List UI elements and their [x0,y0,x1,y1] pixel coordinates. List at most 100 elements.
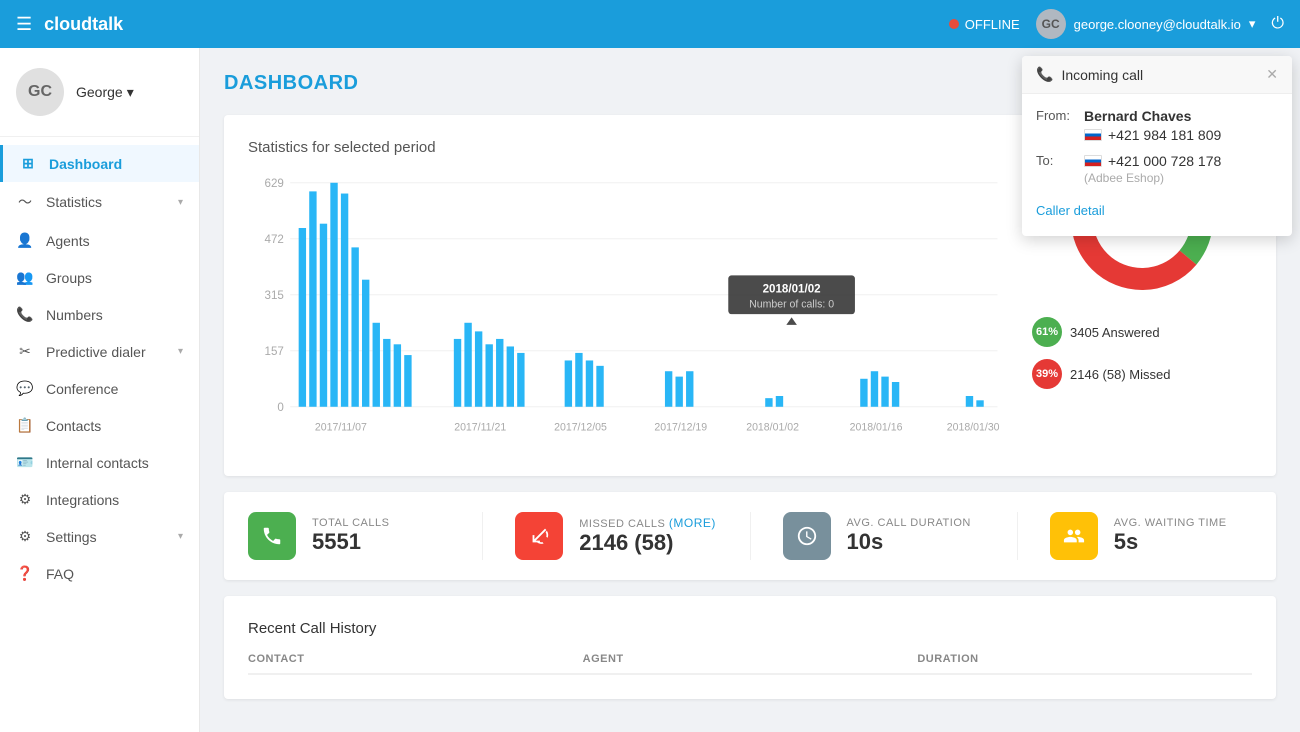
user-menu[interactable]: GC george.clooney@cloudtalk.io ▾ [1036,9,1256,39]
stat-total-value: 5551 [312,529,389,555]
stat-waiting-value: 5s [1114,529,1227,555]
svg-text:315: 315 [265,289,285,302]
popup-from-phone: +421 984 181 809 [1084,127,1221,143]
sidebar-label-faq: FAQ [46,566,183,582]
caller-detail-link[interactable]: Caller detail [1036,195,1278,222]
svg-text:2017/12/05: 2017/12/05 [554,421,607,433]
stat-total-calls: TOTAL CALLS 5551 [248,512,450,560]
col-duration: DURATION [917,653,1252,665]
sidebar-nav: ⊞ Dashboard 〜 Statistics ▾ 👤 Agents 👥 Gr… [0,137,199,600]
app-logo: cloudtalk [44,14,123,35]
table-header: CONTACT AGENT DURATION [248,653,1252,675]
sidebar-item-conference[interactable]: 💬 Conference [0,370,199,407]
internal-icon: 🪪 [16,454,34,471]
popup-from-phone-number: +421 984 181 809 [1108,127,1221,143]
recent-calls-title: Recent Call History [248,620,1252,637]
sidebar-avatar: GC [16,68,64,116]
stat-duration-label: AVG. CALL DURATION [847,517,971,529]
stat-duration-value: 10s [847,529,971,555]
stat-waiting-label: AVG. WAITING TIME [1114,517,1227,529]
popup-body: From: Bernard Chaves +421 984 181 809 To… [1022,94,1292,236]
sidebar: GC George ▾ ⊞ Dashboard 〜 Statistics ▾ 👤… [0,48,200,732]
missed-more-link[interactable]: (MORE) [669,516,716,530]
sidebar-item-numbers[interactable]: 📞 Numbers [0,296,199,333]
sidebar-item-contacts[interactable]: 📋 Contacts [0,407,199,444]
svg-text:629: 629 [265,177,284,190]
stat-divider-1 [482,512,483,560]
sidebar-item-internal-contacts[interactable]: 🪪 Internal contacts [0,444,199,481]
status-dot [949,19,959,29]
sidebar-label-settings: Settings [46,529,166,545]
chart-area: Statistics for selected period 629 472 3… [248,139,1008,452]
menu-icon[interactable]: ☰ [16,14,32,35]
stat-avg-duration: AVG. CALL DURATION 10s [783,512,985,560]
svg-text:472: 472 [265,233,284,246]
stats-row: TOTAL CALLS 5551 MISSED CALLS (MORE) 214… [224,492,1276,580]
chevron-down-icon-2: ▾ [178,346,183,357]
svg-text:Number of calls: 0: Number of calls: 0 [749,299,834,311]
sidebar-label-integrations: Integrations [46,492,183,508]
flag-sk-to [1084,155,1102,167]
popup-header: 📞 Incoming call ✕ [1022,56,1292,94]
sidebar-item-dashboard[interactable]: ⊞ Dashboard [0,145,199,182]
stat-missed-calls: MISSED CALLS (MORE) 2146 (58) [515,512,717,560]
sidebar-label-dashboard: Dashboard [49,156,183,172]
stat-divider-3 [1017,512,1018,560]
sidebar-label-conference: Conference [46,381,183,397]
svg-text:2018/01/16: 2018/01/16 [850,421,903,433]
svg-text:2017/11/07: 2017/11/07 [315,421,367,433]
col-agent: AGENT [583,653,918,665]
top-header: ☰ cloudtalk OFFLINE GC george.clooney@cl… [0,0,1300,48]
stat-avg-waiting: AVG. WAITING TIME 5s [1050,512,1252,560]
stat-total-label: TOTAL CALLS [312,517,389,529]
popup-from-row: From: Bernard Chaves +421 984 181 809 [1036,108,1278,143]
col-contact: CONTACT [248,653,583,665]
incoming-call-popup: 📞 Incoming call ✕ From: Bernard Chaves +… [1022,56,1292,236]
power-icon[interactable]: ⏻ [1271,15,1284,33]
svg-text:2017/11/21: 2017/11/21 [454,421,506,433]
agents-icon: 👤 [16,232,34,249]
recent-calls-card: Recent Call History CONTACT AGENT DURATI… [224,596,1276,699]
stat-missed-info: MISSED CALLS (MORE) 2146 (58) [579,516,716,556]
popup-from-info: Bernard Chaves +421 984 181 809 [1084,108,1221,143]
integrations-icon: ⚙ [16,491,34,508]
statistics-icon: 〜 [16,192,34,212]
svg-text:2018/01/02: 2018/01/02 [746,421,799,433]
predictive-icon: ✂ [16,343,34,360]
sidebar-item-statistics[interactable]: 〜 Statistics ▾ [0,182,199,222]
svg-text:2018/01/02: 2018/01/02 [763,283,822,296]
sidebar-label-internal: Internal contacts [46,455,183,471]
sidebar-item-agents[interactable]: 👤 Agents [0,222,199,259]
user-email: george.clooney@cloudtalk.io [1074,17,1241,32]
faq-icon: ❓ [16,565,34,582]
stat-total-info: TOTAL CALLS 5551 [312,517,389,555]
missed-dot: 39% [1032,359,1062,389]
sidebar-item-integrations[interactable]: ⚙ Integrations [0,481,199,518]
chevron-down-icon-3: ▾ [178,531,183,542]
stat-duration-info: AVG. CALL DURATION 10s [847,517,971,555]
legend-missed-text: 2146 (58) Missed [1070,367,1170,382]
sidebar-item-settings[interactable]: ⚙ Settings ▾ [0,518,199,555]
sidebar-item-predictive-dialer[interactable]: ✂ Predictive dialer ▾ [0,333,199,370]
svg-text:2018/01/30: 2018/01/30 [947,421,1000,433]
popup-from-label: From: [1036,108,1072,123]
sidebar-item-groups[interactable]: 👥 Groups [0,259,199,296]
total-calls-icon [248,512,296,560]
stat-divider-2 [750,512,751,560]
sidebar-item-faq[interactable]: ❓ FAQ [0,555,199,592]
flag-sk-from [1084,129,1102,141]
avg-duration-icon [783,512,831,560]
popup-close-button[interactable]: ✕ [1266,66,1278,83]
avatar: GC [1036,9,1066,39]
legend-answered: 61% 3405 Answered [1032,311,1252,353]
avg-waiting-icon [1050,512,1098,560]
popup-to-phone-number: +421 000 728 178 [1108,153,1221,169]
sidebar-label-predictive: Predictive dialer [46,344,166,360]
popup-phone-icon: 📞 [1036,66,1053,83]
chevron-down-icon: ▾ [178,197,183,208]
sidebar-username: George ▾ [76,84,134,101]
svg-text:2017/12/19: 2017/12/19 [654,421,707,433]
legend-items: 61% 3405 Answered 39% 2146 (58) Missed [1032,311,1252,395]
status-label: OFFLINE [965,17,1020,32]
chart-title: Statistics for selected period [248,139,1008,156]
